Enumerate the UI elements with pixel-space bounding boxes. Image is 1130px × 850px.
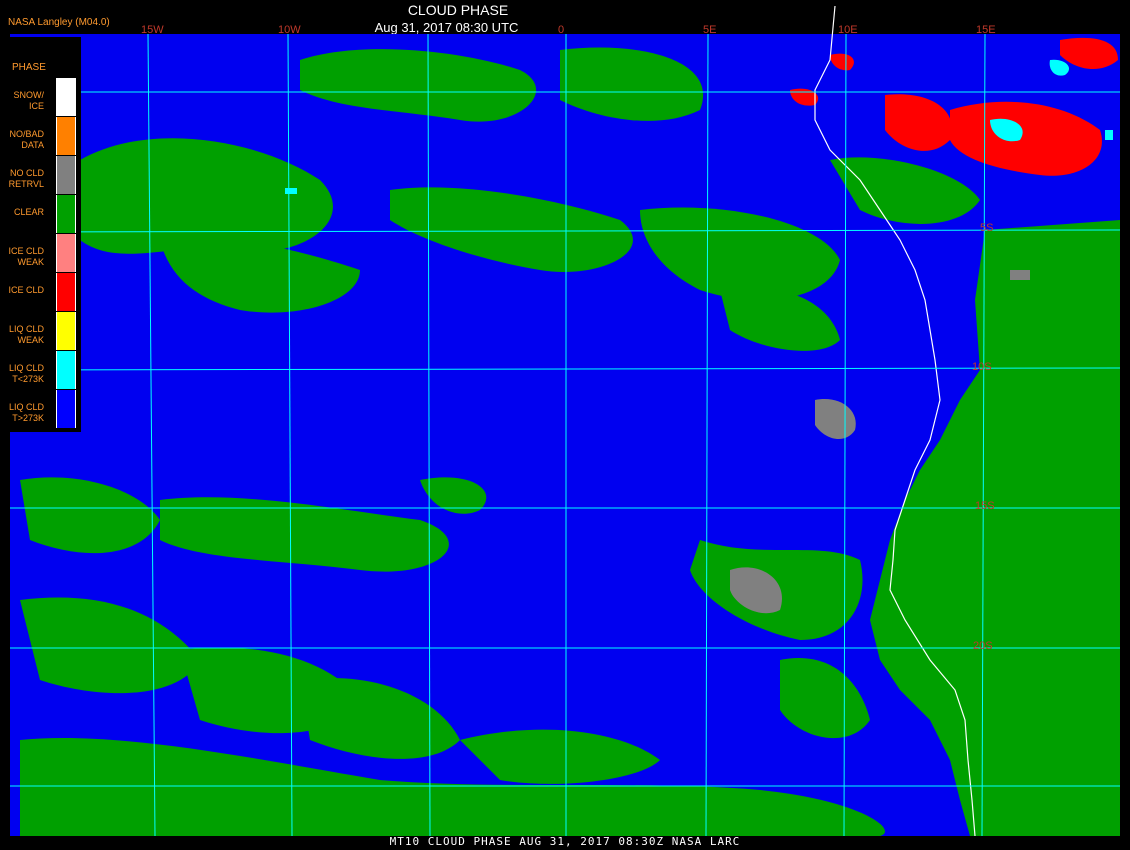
legend-item: SNOW/ ICE	[0, 78, 76, 116]
lat-label-15s: 15S	[975, 500, 995, 512]
legend-swatch	[56, 390, 76, 428]
cloud-phase-map	[9, 5, 1121, 837]
lon-label-15w: 15W	[141, 24, 164, 36]
lon-label-10w: 10W	[278, 24, 301, 36]
legend-item: LIQ CLD WEAK	[0, 312, 76, 350]
legend-item: NO/BAD DATA	[0, 117, 76, 155]
legend-label: LIQ CLD WEAK	[8, 324, 44, 345]
legend-label: LIQ CLD T>273K	[8, 402, 44, 423]
lon-label-0: 0	[558, 24, 565, 36]
lat-label-5s: 5S	[980, 222, 994, 234]
legend-swatch	[56, 78, 76, 116]
legend-item: CLEAR	[0, 195, 76, 233]
legend-swatch	[56, 234, 76, 272]
legend-item: ICE CLD	[0, 273, 76, 311]
legend-label: NO/BAD DATA	[9, 129, 44, 150]
legend-swatch	[56, 312, 76, 350]
legend-label: NO CLD RETRVL	[8, 168, 44, 189]
legend-swatch	[56, 273, 76, 311]
legend-swatch	[56, 351, 76, 389]
legend-label: LIQ CLD T<273K	[8, 363, 44, 384]
footer-caption: MT10 CLOUD PHASE AUG 31, 2017 08:30Z NAS…	[389, 835, 741, 848]
legend-item: LIQ CLD T>273K	[0, 390, 76, 428]
legend-label: SNOW/ ICE	[13, 90, 45, 111]
lat-label-10s: 10S	[972, 361, 992, 373]
lon-label-5e: 5E	[703, 24, 717, 36]
lat-label-20s: 20S	[973, 640, 993, 652]
legend-item: ICE CLD WEAK	[0, 234, 76, 272]
legend-swatch	[56, 117, 76, 155]
legend-label: ICE CLD	[8, 285, 44, 295]
legend-title: PHASE	[12, 62, 46, 73]
legend-item: LIQ CLD T<273K	[0, 351, 76, 389]
legend-item: NO CLD RETRVL	[0, 156, 76, 194]
lon-label-15e: 15E	[976, 24, 996, 36]
legend-label: ICE CLD WEAK	[8, 246, 44, 267]
legend-label: CLEAR	[13, 207, 44, 217]
legend-swatch	[56, 156, 76, 194]
legend-swatch	[56, 195, 76, 233]
lon-label-10e: 10E	[838, 24, 858, 36]
